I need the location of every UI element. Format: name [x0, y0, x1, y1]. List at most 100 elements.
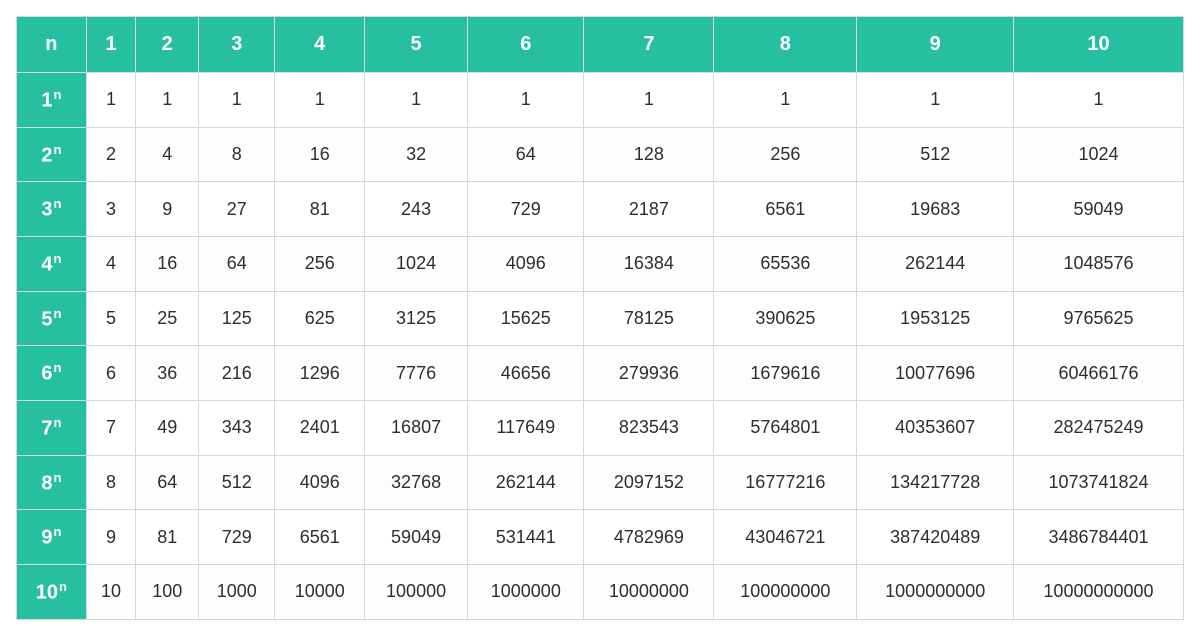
cell-value: 729 [468, 182, 584, 237]
cell-value: 100000000 [714, 564, 857, 619]
row-head-base-6: 6n [17, 346, 87, 401]
cell-value: 4 [86, 236, 136, 291]
cell-value: 256 [275, 236, 365, 291]
cell-value: 279936 [584, 346, 714, 401]
cell-value: 1 [199, 73, 275, 128]
cell-value: 2401 [275, 400, 365, 455]
cell-value: 43046721 [714, 510, 857, 565]
row-head-exp-label: n [53, 251, 61, 266]
col-head-9: 9 [857, 17, 1014, 73]
row-head-base-label: 8 [41, 472, 52, 494]
row-head-exp-label: n [53, 415, 61, 430]
cell-value: 59049 [1013, 182, 1183, 237]
cell-value: 1 [275, 73, 365, 128]
cell-value: 2 [86, 127, 136, 182]
table-row: 10n1010010001000010000010000001000000010… [17, 564, 1184, 619]
row-head-exp-label: n [53, 360, 61, 375]
cell-value: 8 [199, 127, 275, 182]
cell-value: 390625 [714, 291, 857, 346]
cell-value: 1 [365, 73, 468, 128]
cell-value: 1 [86, 73, 136, 128]
cell-value: 531441 [468, 510, 584, 565]
cell-value: 10000000000 [1013, 564, 1183, 619]
row-head-base-4: 4n [17, 236, 87, 291]
cell-value: 125 [199, 291, 275, 346]
row-head-exp-label: n [53, 524, 61, 539]
cell-value: 3 [86, 182, 136, 237]
cell-value: 46656 [468, 346, 584, 401]
cell-value: 25 [136, 291, 199, 346]
table-row: 6n63621612967776466562799361679616100776… [17, 346, 1184, 401]
cell-value: 27 [199, 182, 275, 237]
cell-value: 10 [86, 564, 136, 619]
row-head-exp-label: n [53, 87, 61, 102]
cell-value: 1048576 [1013, 236, 1183, 291]
cell-value: 128 [584, 127, 714, 182]
row-head-base-7: 7n [17, 400, 87, 455]
powers-table: n 1 2 3 4 5 6 7 8 9 10 1n11111111112n248… [16, 16, 1184, 620]
row-head-base-2: 2n [17, 127, 87, 182]
cell-value: 9 [86, 510, 136, 565]
cell-value: 81 [136, 510, 199, 565]
table-row: 2n2481632641282565121024 [17, 127, 1184, 182]
row-head-exp-label: n [53, 306, 61, 321]
cell-value: 1296 [275, 346, 365, 401]
cell-value: 6561 [714, 182, 857, 237]
cell-value: 512 [857, 127, 1014, 182]
row-head-base-label: 9 [41, 527, 52, 549]
cell-value: 1073741824 [1013, 455, 1183, 510]
col-head-7: 7 [584, 17, 714, 73]
table-row: 9n98172965615904953144147829694304672138… [17, 510, 1184, 565]
cell-value: 8 [86, 455, 136, 510]
row-head-base-5: 5n [17, 291, 87, 346]
cell-value: 32768 [365, 455, 468, 510]
cell-value: 1 [857, 73, 1014, 128]
cell-value: 16777216 [714, 455, 857, 510]
table-row: 8n86451240963276826214420971521677721613… [17, 455, 1184, 510]
cell-value: 32 [365, 127, 468, 182]
col-head-10: 10 [1013, 17, 1183, 73]
cell-value: 9765625 [1013, 291, 1183, 346]
cell-value: 100 [136, 564, 199, 619]
cell-value: 512 [199, 455, 275, 510]
cell-value: 1679616 [714, 346, 857, 401]
table-row: 3n392781243729218765611968359049 [17, 182, 1184, 237]
row-head-base-3: 3n [17, 182, 87, 237]
row-head-base-label: 6 [41, 363, 52, 385]
cell-value: 3125 [365, 291, 468, 346]
col-head-2: 2 [136, 17, 199, 73]
cell-value: 2187 [584, 182, 714, 237]
table-row: 5n52512562531251562578125390625195312597… [17, 291, 1184, 346]
cell-value: 1 [714, 73, 857, 128]
cell-value: 5764801 [714, 400, 857, 455]
header-row: n 1 2 3 4 5 6 7 8 9 10 [17, 17, 1184, 73]
cell-value: 1000000 [468, 564, 584, 619]
col-head-3: 3 [199, 17, 275, 73]
col-head-5: 5 [365, 17, 468, 73]
cell-value: 729 [199, 510, 275, 565]
row-head-base-1: 1n [17, 73, 87, 128]
row-head-base-10: 10n [17, 564, 87, 619]
cell-value: 9 [136, 182, 199, 237]
cell-value: 1000000000 [857, 564, 1014, 619]
cell-value: 1 [468, 73, 584, 128]
row-head-exp-label: n [53, 470, 61, 485]
cell-value: 15625 [468, 291, 584, 346]
cell-value: 10000000 [584, 564, 714, 619]
row-head-base-label: 5 [41, 308, 52, 330]
col-head-8: 8 [714, 17, 857, 73]
cell-value: 282475249 [1013, 400, 1183, 455]
cell-value: 49 [136, 400, 199, 455]
cell-value: 1024 [1013, 127, 1183, 182]
cell-value: 60466176 [1013, 346, 1183, 401]
row-head-base-label: 2 [41, 144, 52, 166]
cell-value: 2097152 [584, 455, 714, 510]
cell-value: 4782969 [584, 510, 714, 565]
cell-value: 1 [1013, 73, 1183, 128]
cell-value: 625 [275, 291, 365, 346]
cell-value: 1 [584, 73, 714, 128]
cell-value: 59049 [365, 510, 468, 565]
cell-value: 4096 [275, 455, 365, 510]
cell-value: 256 [714, 127, 857, 182]
cell-value: 262144 [857, 236, 1014, 291]
